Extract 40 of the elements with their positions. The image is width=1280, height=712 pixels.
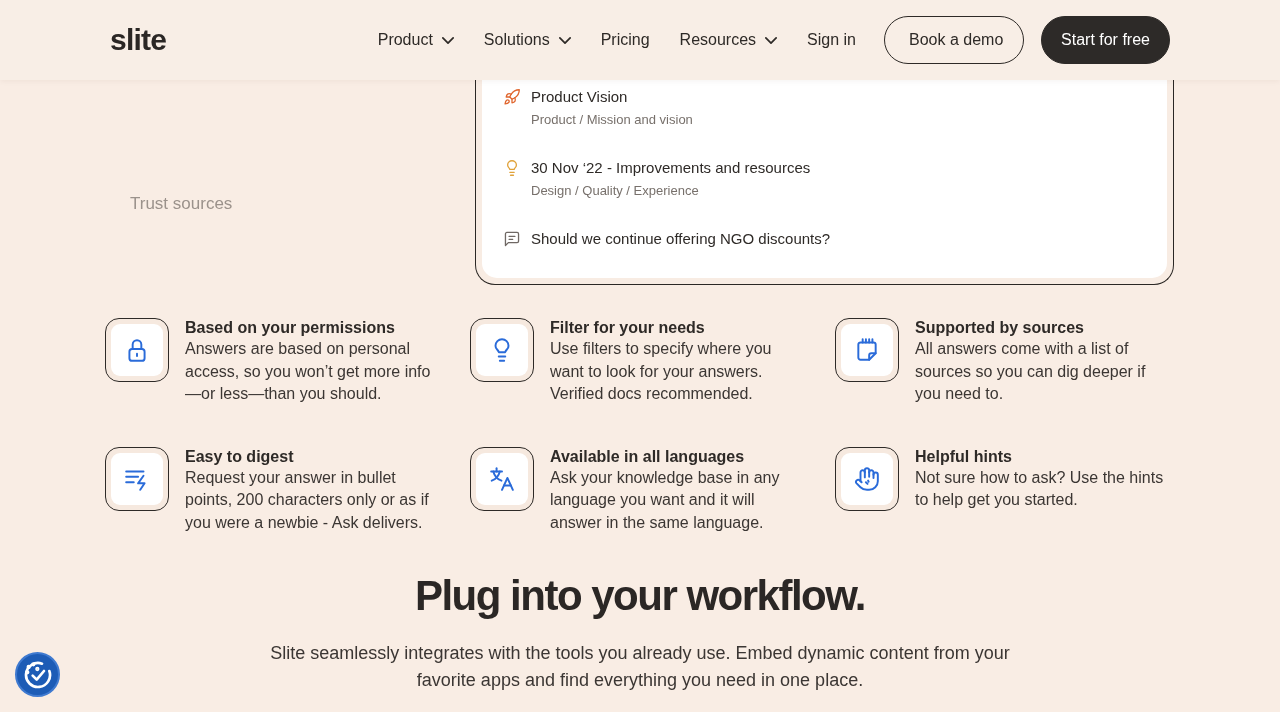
signup-button[interactable]: Start for free bbox=[1041, 16, 1170, 64]
chevron-down-icon bbox=[765, 36, 778, 44]
feature-title: Based on your permissions bbox=[185, 318, 396, 338]
result-title[interactable]: Product Vision bbox=[531, 87, 628, 107]
nav-link[interactable]: Sign in bbox=[807, 31, 856, 49]
hand-icon bbox=[835, 446, 899, 511]
result-title[interactable]: Should we continue offering NGO discounts? bbox=[531, 229, 831, 249]
chevron-down-icon bbox=[441, 36, 454, 44]
lightbulb-icon bbox=[504, 160, 520, 176]
lock-icon bbox=[105, 318, 169, 382]
accessibility-icon bbox=[23, 660, 52, 689]
feature-description: All answers come with a list of sources so you can dig deeper if you need to. bbox=[915, 339, 1147, 404]
comment-icon bbox=[504, 231, 520, 247]
accessibility-button[interactable] bbox=[15, 652, 60, 697]
nav-link[interactable]: Pricing bbox=[600, 31, 650, 49]
rocket-icon bbox=[504, 89, 520, 105]
feature-title: Filter for your needs bbox=[550, 318, 706, 338]
logo[interactable]: slite bbox=[110, 23, 167, 57]
section-heading: Plug into your workflow. bbox=[414, 571, 866, 621]
nav-menu-button[interactable]: Product bbox=[377, 31, 454, 49]
nav-menu-button[interactable]: Resources bbox=[679, 31, 778, 49]
result-title[interactable]: 30 Nov ‘22 - Improvements and resources bbox=[531, 158, 811, 178]
feature-description: Answers are based on personal access, so you won’t get more info —or less—than you should. bbox=[185, 339, 432, 404]
feature-title: Helpful hints bbox=[915, 446, 1013, 467]
nav-menu-button[interactable]: Solutions bbox=[483, 31, 571, 49]
translate-icon bbox=[470, 446, 534, 511]
feature-description: Ask your knowledge base in any language you want and it will answer in the same language. bbox=[550, 467, 781, 533]
feature-description: Request your answer in bullet points, 200 characters only or as if you were a newbie - Ask delivers. bbox=[185, 467, 430, 533]
result-path: Design / Quality / Experience bbox=[531, 182, 699, 200]
chevron-down-icon bbox=[558, 36, 571, 44]
feature-title: Available in all languages bbox=[550, 446, 746, 467]
section-description: Slite seamlessly integrates with the tools you already use. Embed dynamic content from your favorite apps and find everything you need in one place. bbox=[269, 642, 1011, 692]
lightbulb-icon bbox=[470, 318, 534, 382]
feature-description: Use filters to specify where you want to look for your answers. Verified docs recommended. bbox=[550, 339, 773, 404]
feature-title: Easy to digest bbox=[185, 446, 295, 467]
notepad-icon bbox=[835, 318, 899, 382]
feature-title: Supported by sources bbox=[915, 318, 1085, 338]
result-path: Product / Mission and vision bbox=[531, 111, 693, 129]
list-bolt-icon bbox=[105, 446, 169, 511]
feature-description: Not sure how to ask? Use the hints to help get you started. bbox=[915, 467, 1165, 510]
